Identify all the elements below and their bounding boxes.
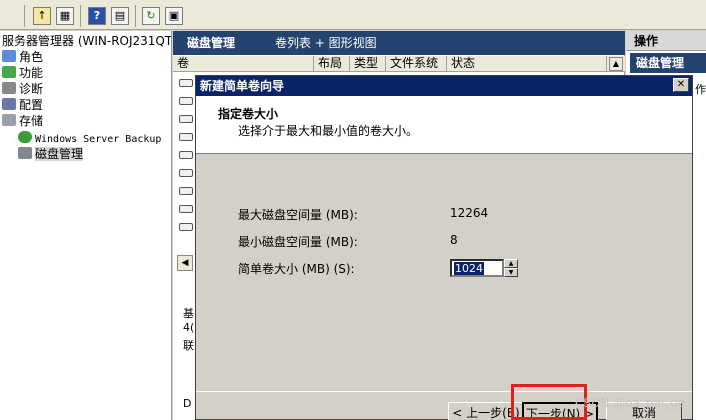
navigation-tree: 服务器管理器 (WIN-ROJ231QTFT 角色 功能 诊断 配置 存储 Wi… (0, 31, 172, 420)
actions-text-fragment: 作 (695, 83, 706, 96)
toolbar-separator (135, 5, 136, 27)
spin-down-icon[interactable]: ▼ (504, 268, 518, 277)
volume-row-icon (179, 151, 193, 159)
column-status[interactable]: 状态 (447, 56, 607, 72)
disk-label-stub: 联 (183, 339, 194, 352)
column-layout[interactable]: 布局 (314, 56, 350, 72)
view-icon[interactable]: ▤ (111, 7, 129, 25)
tree-item-backup[interactable]: Windows Server Backup (18, 130, 161, 146)
disk-label-stub: 4( (183, 321, 195, 334)
toolbar: ↑ ▦ ? ▤ ↻ ▣ (0, 0, 706, 30)
view-label: 卷列表 + 图形视图 (275, 36, 377, 50)
help-icon[interactable]: ? (88, 7, 106, 25)
config-icon (2, 98, 16, 110)
tree-item-label: 功能 (19, 66, 44, 80)
volume-size-stepper[interactable]: ▲ ▼ (504, 259, 518, 277)
tree-root-label: 服务器管理器 (WIN-ROJ231QTFT (2, 34, 172, 48)
refresh-icon[interactable]: ↻ (142, 7, 160, 25)
volume-size-label: 简单卷大小 (MB) (S): (238, 262, 355, 276)
wizard-title-bar: 新建简单卷向导 ✕ (196, 76, 692, 96)
max-space-label: 最大磁盘空间量 (MB): (238, 208, 358, 222)
toolbar-separator (24, 5, 25, 27)
roles-icon (2, 50, 16, 62)
actions-selected-item[interactable]: 磁盘管理 (630, 53, 706, 73)
tree-item-label: 角色 (19, 50, 44, 64)
volume-row-icon (179, 115, 193, 123)
tree-item-label: 磁盘管理 (35, 147, 84, 161)
actions-header: 操作 (626, 31, 706, 51)
tree-root[interactable]: 服务器管理器 (WIN-ROJ231QTFT (2, 33, 172, 49)
volume-size-input[interactable]: 1024 (450, 259, 504, 277)
wizard-subheading: 选择介于最大和最小值的卷大小。 (238, 124, 419, 138)
tree-item-label: Windows Server Backup (35, 134, 162, 145)
volume-size-value: 1024 (454, 262, 484, 275)
disk-icon (18, 147, 32, 159)
volume-row-icon (179, 133, 193, 141)
properties-icon[interactable]: ▦ (56, 7, 74, 25)
panel-header: 磁盘管理 卷列表 + 图形视图 (173, 31, 625, 55)
panel-title: 磁盘管理 (187, 36, 236, 50)
column-volume[interactable]: 卷 (173, 56, 314, 72)
tree-item-roles[interactable]: 角色 (2, 49, 43, 65)
tree-item-diagnostics[interactable]: 诊断 (2, 81, 43, 97)
footer-divider (196, 391, 692, 392)
backup-icon (18, 131, 32, 143)
tree-item-label: 存储 (19, 114, 44, 128)
volume-row-icon (179, 205, 193, 213)
features-icon (2, 66, 16, 78)
tree-item-label: 配置 (19, 98, 44, 112)
max-space-value: 12264 (450, 206, 489, 220)
tree-item-disk-management[interactable]: 磁盘管理 (18, 146, 84, 162)
storage-icon (2, 114, 16, 126)
min-space-label: 最小磁盘空间量 (MB): (238, 235, 358, 249)
toolbar-separator (80, 5, 81, 27)
wizard-header: 指定卷大小 选择介于最大和最小值的卷大小。 (196, 96, 692, 154)
tree-item-label: 诊断 (19, 82, 44, 96)
spin-up-icon[interactable]: ▲ (504, 259, 518, 268)
diagnostics-icon (2, 82, 16, 94)
disk-label-stub: D (183, 397, 192, 410)
scroll-up-button[interactable]: ▲ (609, 57, 623, 71)
disk-label-stub: 基 (183, 307, 194, 320)
volume-row-icon (179, 79, 193, 87)
volume-row-icon (179, 187, 193, 195)
column-type[interactable]: 类型 (350, 56, 386, 72)
volume-row-icon (179, 223, 193, 231)
new-simple-volume-wizard: 新建简单卷向导 ✕ 指定卷大小 选择介于最大和最小值的卷大小。 最大磁盘空间量 … (195, 75, 693, 420)
scroll-left-button[interactable]: ◀ (177, 255, 193, 271)
tree-item-features[interactable]: 功能 (2, 65, 43, 81)
min-space-value: 8 (450, 233, 458, 247)
export-icon[interactable]: ▣ (165, 7, 183, 25)
wizard-heading: 指定卷大小 (218, 107, 279, 121)
volume-row-icon (179, 97, 193, 105)
wizard-title: 新建简单卷向导 (200, 79, 285, 93)
up-folder-icon[interactable]: ↑ (33, 7, 51, 25)
tree-item-storage[interactable]: 存储 (2, 113, 43, 129)
watermark-text: CSDN @da_pai_ge (575, 396, 686, 410)
column-header-row: 卷 布局 类型 文件系统 状态 ▲ (173, 56, 625, 72)
tree-item-config[interactable]: 配置 (2, 97, 43, 113)
column-filesystem[interactable]: 文件系统 (386, 56, 447, 72)
close-icon[interactable]: ✕ (673, 78, 689, 92)
volume-row-icon (179, 169, 193, 177)
